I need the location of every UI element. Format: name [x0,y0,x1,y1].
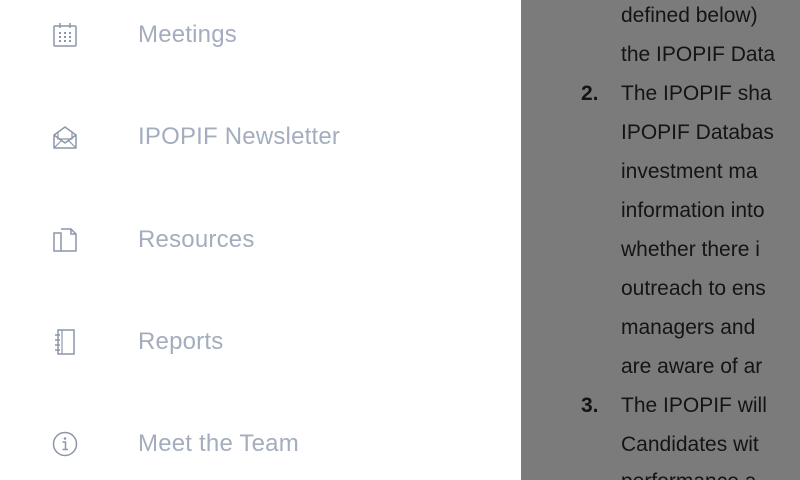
menu-item-label: Meet the Team [138,430,299,457]
notebook-icon [50,327,80,357]
document-line: are aware of ar [621,355,763,378]
document-line: The IPOPIF sha [621,82,772,105]
document-line: managers and [621,316,756,339]
menu-item-reports[interactable]: Reports [0,312,521,372]
menu-item-meet-the-team[interactable]: Meet the Team [0,414,521,474]
document-line: Candidates wit [621,433,759,456]
envelope-icon [50,122,80,152]
menu-item-label: Reports [138,328,224,355]
document-line: defined below) [621,4,758,27]
document-line: information into [621,199,765,222]
list-number: 2. [581,82,599,105]
info-icon [50,429,80,459]
menu-item-resources[interactable]: Resources [0,210,521,270]
document-line: IPOPIF Databas [621,121,774,144]
document-line: the IPOPIF Data [621,43,776,66]
menu-item-label: IPOPIF Newsletter [138,123,341,150]
menu-item-label: Meetings [138,21,237,48]
calendar-icon [50,20,80,50]
menu-item-meetings[interactable]: Meetings [0,5,521,65]
document-line: whether there i [621,238,760,261]
document-line: investment ma [621,160,758,183]
documents-icon [50,225,80,255]
document-line: outreach to ens [621,277,766,300]
menu-item-newsletter[interactable]: IPOPIF Newsletter [0,107,521,167]
document-line: performance a [621,470,756,480]
navigation-drawer: Meetings IPOPIF Newsletter Resources Rep… [0,0,521,480]
list-number: 3. [581,394,599,417]
menu-item-label: Resources [138,226,255,253]
document-line: The IPOPIF will [621,394,767,417]
dimmed-content-overlay[interactable]: defined below) the IPOPIF Data 2. The IP… [521,0,800,480]
